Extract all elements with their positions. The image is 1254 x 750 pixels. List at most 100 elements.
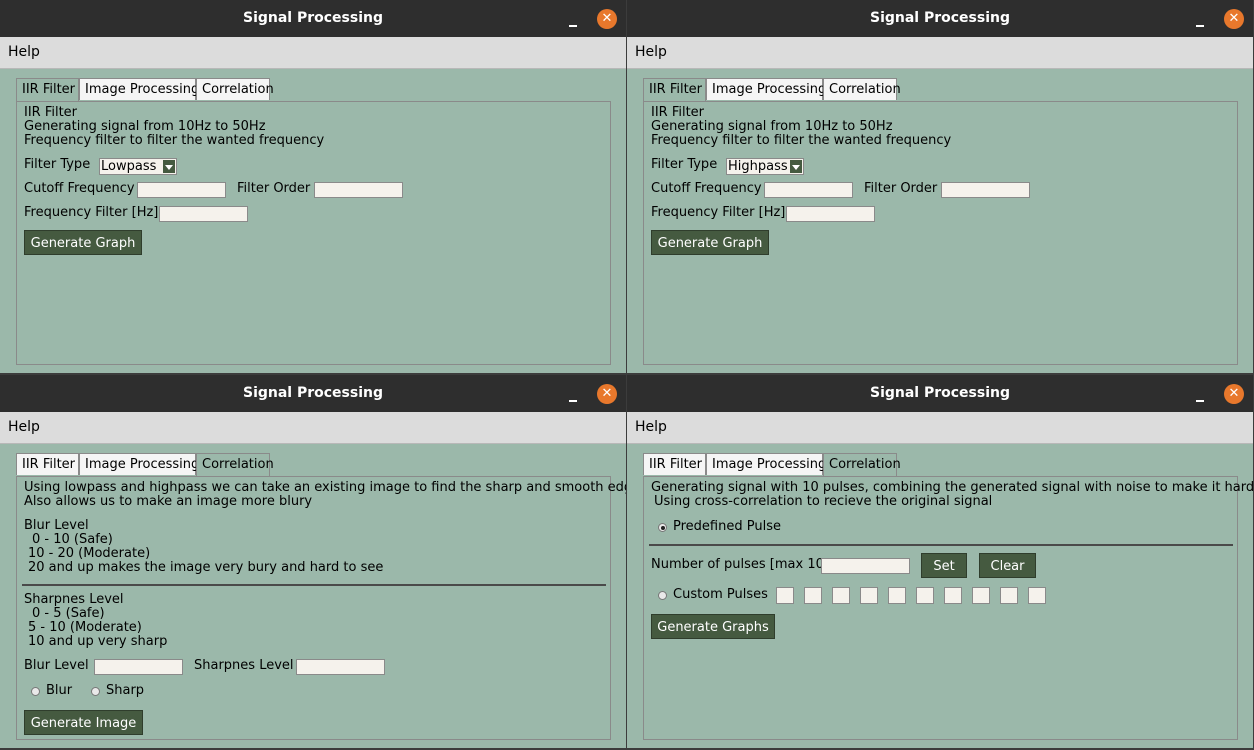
frequency-filter-label: Frequency Filter [Hz] [24, 205, 159, 220]
chevron-down-icon [163, 160, 175, 173]
minimize-icon[interactable] [566, 16, 582, 28]
num-pulses-label: Number of pulses [max 10] [651, 557, 829, 572]
tab-iir-filter[interactable]: IIR Filter [643, 453, 706, 475]
custom-pulse-field[interactable] [1028, 587, 1046, 604]
window-image-processing: Signal Processing ✕ Help IIR Filter Imag… [0, 375, 626, 748]
filter-type-select[interactable]: Highpass [726, 158, 804, 175]
tab-iir-filter[interactable]: IIR Filter [16, 453, 79, 475]
custom-pulses-radio[interactable] [658, 591, 667, 600]
custom-pulse-field[interactable] [832, 587, 850, 604]
frequency-filter-label: Frequency Filter [Hz] [651, 205, 786, 220]
menu-bar: Help [627, 412, 1253, 444]
custom-pulse-field[interactable] [916, 587, 934, 604]
menu-help[interactable]: Help [8, 44, 40, 60]
close-icon[interactable]: ✕ [1224, 9, 1244, 29]
window-iir-highpass: Signal Processing ✕ Help IIR Filter Imag… [627, 0, 1253, 373]
description-line: Generating signal from 10Hz to 50Hz [651, 119, 893, 134]
description-line: Using cross-correlation to recieve the o… [654, 494, 993, 509]
sharpness-level-input[interactable] [296, 659, 385, 675]
frequency-filter-input[interactable] [159, 206, 248, 222]
custom-pulse-field[interactable] [972, 587, 990, 604]
tab-panel: Generating signal with 10 pulses, combin… [643, 476, 1253, 740]
tab-correlation[interactable]: Correlation [823, 78, 901, 100]
window-title: Signal Processing [242, 10, 384, 26]
tab-image-processing[interactable]: Image Processing [79, 78, 199, 100]
filter-order-input[interactable] [941, 182, 1030, 198]
filter-type-select[interactable]: Lowpass [99, 158, 177, 175]
close-icon[interactable]: ✕ [597, 9, 617, 29]
title-bar[interactable]: Signal Processing ✕ [0, 0, 626, 37]
window-title: Signal Processing [869, 10, 1011, 26]
num-pulses-input[interactable] [821, 558, 910, 574]
window-title: Signal Processing [242, 385, 384, 401]
tab-panel: Using lowpass and highpass we can take a… [16, 476, 626, 740]
menu-help[interactable]: Help [635, 44, 667, 60]
divider [649, 544, 1233, 546]
blur-range-safe: 0 - 10 (Safe) [32, 532, 113, 547]
minimize-icon[interactable] [566, 391, 582, 403]
blur-level-input[interactable] [94, 659, 183, 675]
title-bar[interactable]: Signal Processing ✕ [627, 0, 1253, 37]
predefined-pulse-radio[interactable] [658, 523, 667, 532]
custom-pulse-field[interactable] [1000, 587, 1018, 604]
menu-bar: Help [627, 37, 1253, 69]
close-icon[interactable]: ✕ [1224, 384, 1244, 404]
menu-help[interactable]: Help [635, 419, 667, 435]
cutoff-frequency-input[interactable] [764, 182, 853, 198]
title-bar[interactable]: Signal Processing ✕ [627, 375, 1253, 412]
cutoff-frequency-input[interactable] [137, 182, 226, 198]
minimize-icon[interactable] [1193, 16, 1209, 28]
blur-range-moderate: 10 - 20 (Moderate) [28, 546, 151, 561]
tab-image-processing[interactable]: Image Processing [79, 453, 199, 475]
tab-panel: IIR Filter Generating signal from 10Hz t… [16, 101, 611, 365]
generate-graphs-button[interactable]: Generate Graphs [651, 614, 775, 639]
sharpness-range-safe: 0 - 5 (Safe) [32, 606, 105, 621]
close-icon[interactable]: ✕ [597, 384, 617, 404]
blur-radio[interactable] [31, 687, 40, 696]
minimize-icon[interactable] [1193, 391, 1209, 403]
custom-pulses-label: Custom Pulses [673, 587, 768, 602]
filter-type-label: Filter Type [24, 157, 91, 172]
tab-image-processing[interactable]: Image Processing [706, 453, 826, 475]
menu-bar: Help [0, 37, 626, 69]
blur-range-high: 20 and up makes the image very bury and … [28, 560, 384, 575]
tab-iir-filter[interactable]: IIR Filter [643, 78, 706, 102]
sharp-radio[interactable] [91, 687, 100, 696]
custom-pulse-field[interactable] [804, 587, 822, 604]
tab-image-processing[interactable]: Image Processing [706, 78, 826, 100]
sharpness-range-moderate: 5 - 10 (Moderate) [28, 620, 142, 635]
filter-type-value: Lowpass [101, 159, 157, 174]
window-iir-lowpass: Signal Processing ✕ Help IIR Filter Imag… [0, 0, 626, 373]
frequency-filter-input[interactable] [786, 206, 875, 222]
custom-pulse-field[interactable] [944, 587, 962, 604]
sharpness-level-heading: Sharpnes Level [24, 592, 124, 607]
tab-iir-filter[interactable]: IIR Filter [16, 78, 79, 102]
blur-radio-label: Blur [46, 683, 73, 698]
description-line: Generating signal from 10Hz to 50Hz [24, 119, 266, 134]
description-line: Generating signal with 10 pulses, combin… [651, 480, 1253, 495]
section-heading: IIR Filter [24, 105, 78, 120]
window-correlation: Signal Processing ✕ Help IIR Filter Imag… [627, 375, 1253, 748]
tab-correlation[interactable]: Correlation [196, 78, 274, 100]
custom-pulse-field[interactable] [776, 587, 794, 604]
blur-level-label: Blur Level [24, 658, 89, 673]
generate-image-button[interactable]: Generate Image [24, 710, 143, 735]
generate-graph-button[interactable]: Generate Graph [24, 230, 142, 255]
section-heading: IIR Filter [651, 105, 705, 120]
description-line: Frequency filter to filter the wanted fr… [24, 133, 325, 148]
tab-correlation[interactable]: Correlation [196, 453, 274, 477]
title-bar[interactable]: Signal Processing ✕ [0, 375, 626, 412]
tab-correlation[interactable]: Correlation [823, 453, 901, 477]
description-line: Using lowpass and highpass we can take a… [24, 480, 626, 495]
set-button[interactable]: Set [921, 553, 967, 578]
clear-button[interactable]: Clear [979, 553, 1036, 578]
custom-pulse-field[interactable] [888, 587, 906, 604]
filter-type-label: Filter Type [651, 157, 718, 172]
filter-order-input[interactable] [314, 182, 403, 198]
description-line: Frequency filter to filter the wanted fr… [651, 133, 952, 148]
filter-order-label: Filter Order [864, 181, 938, 196]
generate-graph-button[interactable]: Generate Graph [651, 230, 769, 255]
menu-help[interactable]: Help [8, 419, 40, 435]
custom-pulse-field[interactable] [860, 587, 878, 604]
chevron-down-icon [790, 160, 802, 173]
